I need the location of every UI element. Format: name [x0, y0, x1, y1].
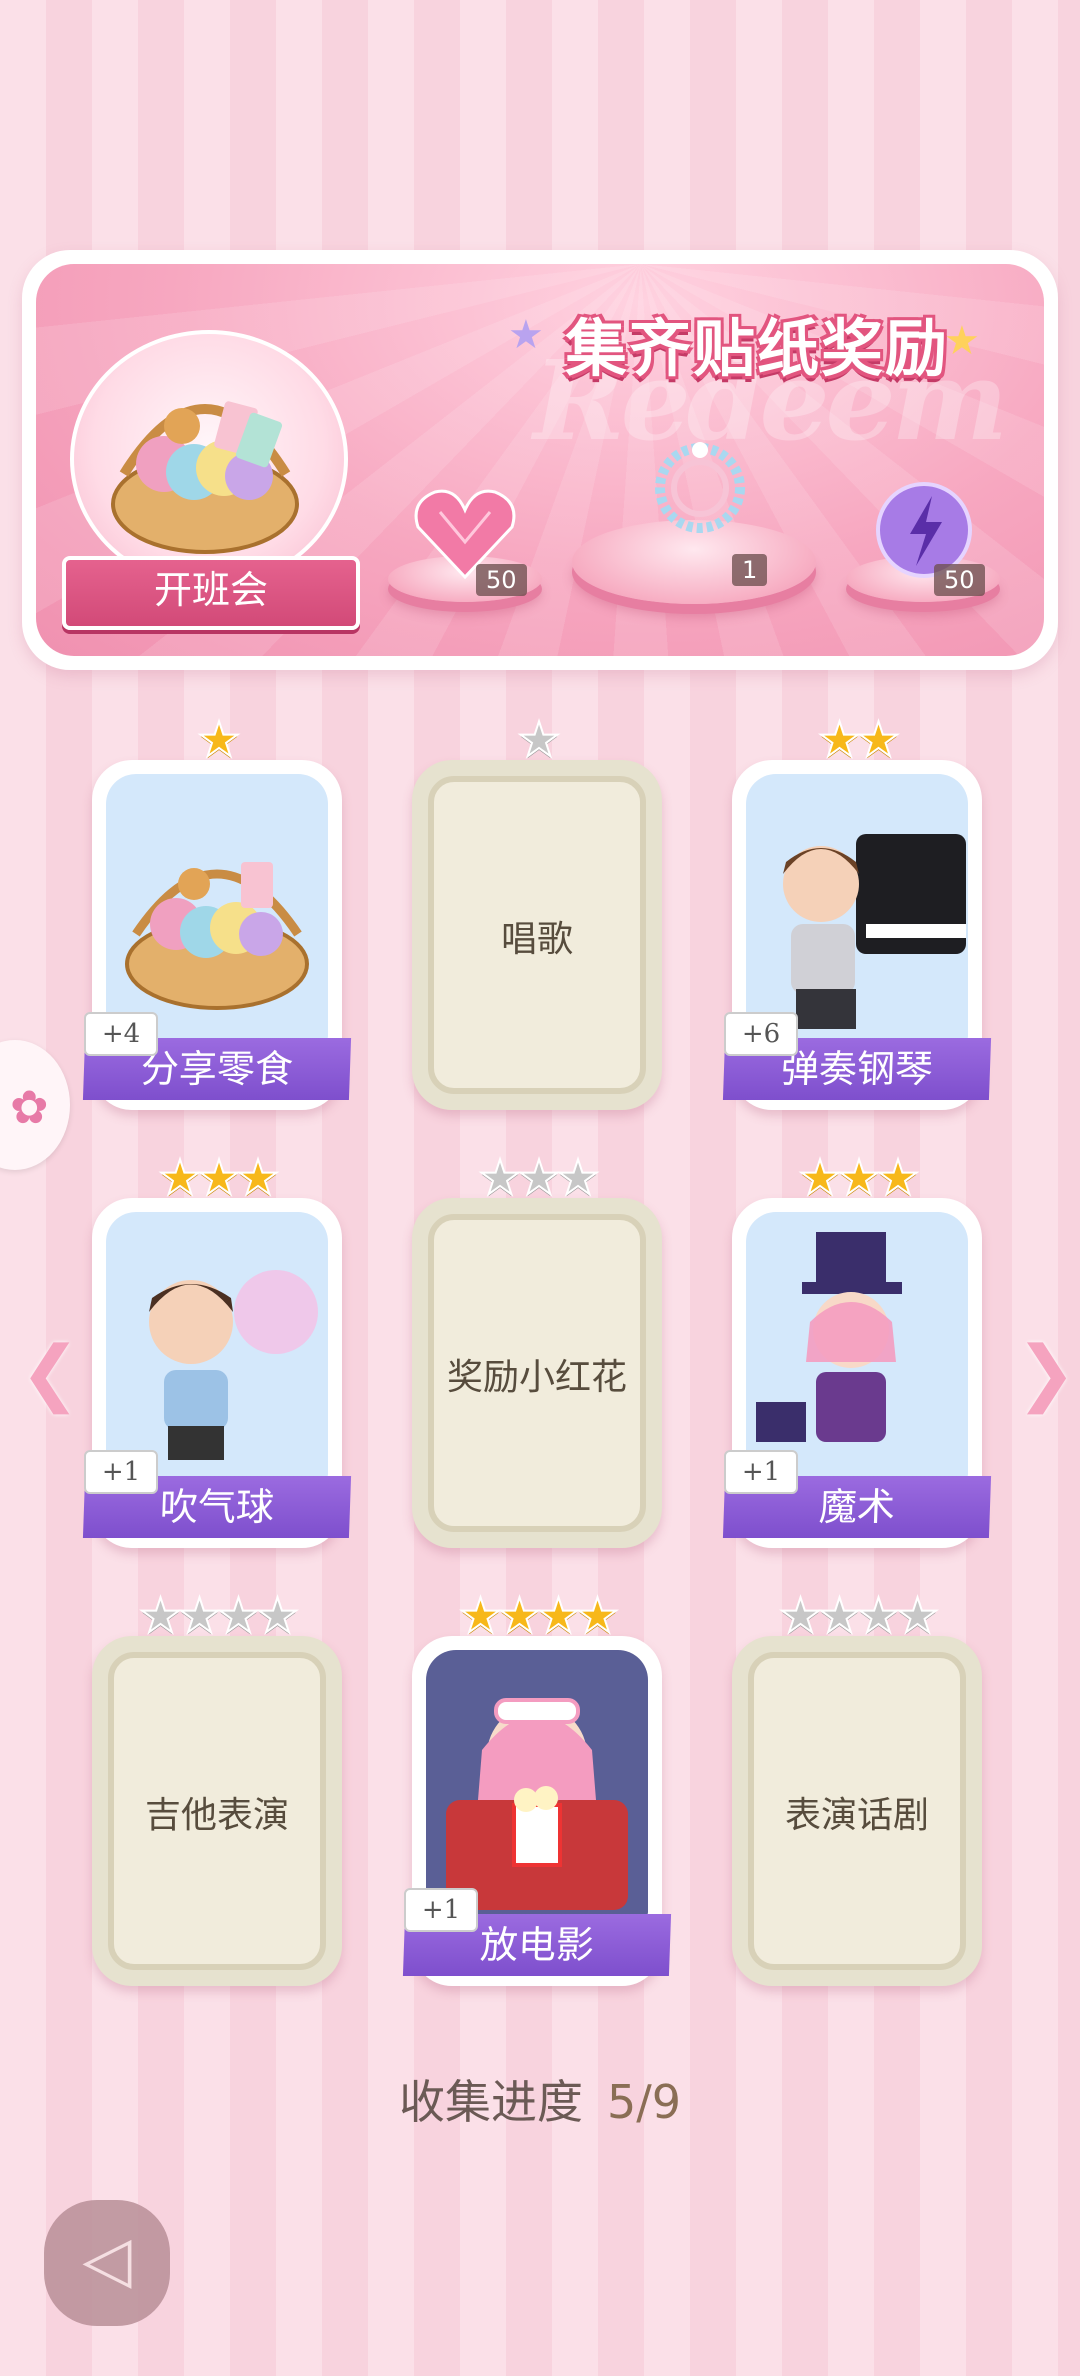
- bonus-badge: +4: [84, 1012, 158, 1056]
- event-basket-button[interactable]: [70, 330, 348, 588]
- collection-progress: 收集进度 5/9: [0, 2066, 1080, 2132]
- card-art: [106, 1212, 328, 1480]
- bonus-badge: +1: [404, 1888, 478, 1932]
- card-stars: ★★★★: [732, 1591, 982, 1641]
- yellow-star-icon: ★: [944, 318, 980, 364]
- card-stars: ★: [412, 715, 662, 765]
- reward-count-2: 1: [732, 554, 768, 586]
- bonus-badge: +1: [84, 1450, 158, 1494]
- bonus-badge: +1: [724, 1450, 798, 1494]
- snack-basket-icon: [111, 401, 299, 554]
- card-art: [746, 774, 968, 1042]
- card-stars: ★★★★: [412, 1591, 662, 1641]
- sticker-card[interactable]: 弹奏钢琴 +6: [722, 760, 992, 1110]
- sticker-card[interactable]: 唱歌: [412, 760, 662, 1110]
- card-label: 吉他表演: [144, 1795, 289, 1836]
- card-label: 唱歌: [500, 919, 573, 960]
- card-label: 奖励小红花: [446, 1357, 627, 1398]
- card-stars: ★★★: [412, 1153, 662, 1203]
- sticker-card[interactable]: 放电影 +1: [402, 1636, 672, 1986]
- side-menu-tab[interactable]: ✿: [0, 1040, 70, 1170]
- sticker-card[interactable]: 吉他表演: [92, 1636, 342, 1986]
- magician-girl-icon: [756, 1232, 902, 1442]
- sticker-card[interactable]: 分享零食 +4: [82, 760, 352, 1110]
- card-art: [426, 1650, 648, 1918]
- prev-page-arrow[interactable]: ❮: [20, 1330, 80, 1414]
- card-stars: ★★★: [732, 1153, 982, 1203]
- card-art: [106, 774, 328, 1042]
- reward-count-1: 50: [476, 564, 527, 596]
- back-arrow-icon: ◁: [82, 2223, 132, 2297]
- sticker-card[interactable]: 魔术 +1: [722, 1198, 992, 1548]
- next-page-arrow[interactable]: ❯: [1016, 1330, 1076, 1414]
- snack-basket-icon: [125, 862, 309, 1010]
- sticker-card[interactable]: 吹气球 +1: [82, 1198, 352, 1548]
- card-stars: ★: [92, 715, 342, 765]
- progress-label: 收集进度: [398, 2075, 583, 2129]
- boy-balloon-icon: [149, 1270, 318, 1460]
- reward-count-3: 50: [934, 564, 985, 596]
- event-name-ribbon: 开班会: [62, 556, 360, 630]
- boy-piano-icon: [783, 834, 966, 1029]
- bonus-badge: +6: [724, 1012, 798, 1056]
- banner-title: 集齐贴纸奖励: [565, 312, 950, 385]
- sticker-card[interactable]: 表演话剧: [732, 1636, 982, 1986]
- girl-popcorn-icon: [446, 1698, 628, 1910]
- progress-value: 5/9: [606, 2075, 682, 2129]
- petal-icon: ✿: [10, 1080, 49, 1134]
- card-stars: ★★: [732, 715, 982, 765]
- card-stars: ★★★★: [92, 1591, 342, 1641]
- gem-bracelet-icon[interactable]: [640, 436, 760, 546]
- card-stars: ★★★: [92, 1153, 342, 1203]
- card-art: [746, 1212, 968, 1480]
- sticker-card[interactable]: 奖励小红花: [412, 1198, 662, 1548]
- card-label: 表演话剧: [784, 1795, 929, 1836]
- purple-star-icon: ★: [508, 312, 544, 358]
- back-button[interactable]: ◁: [44, 2200, 170, 2326]
